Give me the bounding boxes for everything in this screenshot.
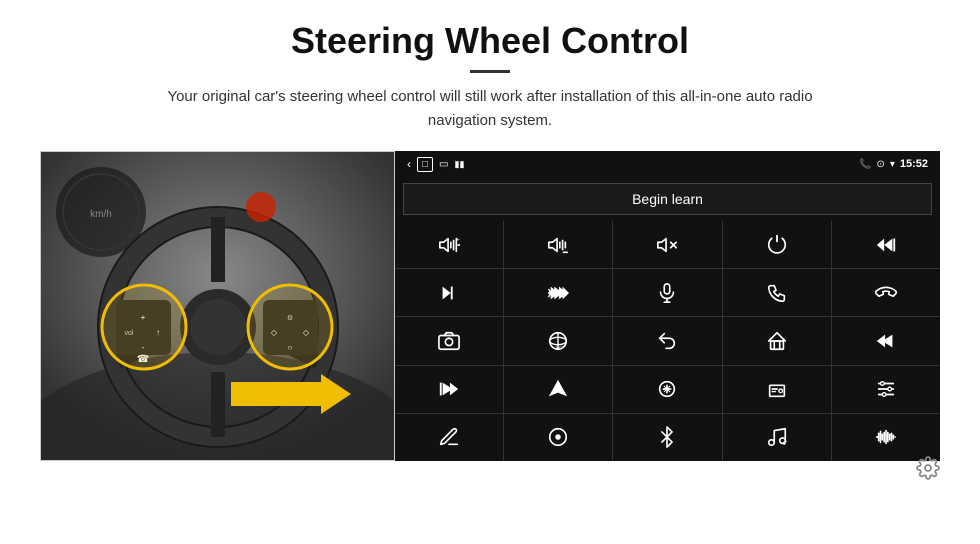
page-subtitle: Your original car's steering wheel contr…: [140, 85, 840, 133]
settings-gear-icon: [916, 456, 940, 480]
svg-text:+: +: [456, 237, 459, 243]
waveform-button[interactable]: [832, 414, 940, 461]
bluetooth-button[interactable]: [613, 414, 721, 461]
title-section: Steering Wheel Control Your original car…: [40, 20, 940, 133]
vol-down-button[interactable]: [504, 221, 612, 268]
location-icon: ⊙: [876, 159, 884, 170]
page-title: Steering Wheel Control: [40, 20, 940, 62]
svg-text:km/h: km/h: [90, 209, 112, 220]
status-time: 15:52: [900, 158, 928, 170]
page-container: Steering Wheel Control Your original car…: [0, 0, 980, 495]
title-divider: [470, 70, 510, 73]
begin-learn-button[interactable]: Begin learn: [403, 183, 932, 215]
fast-forward-button[interactable]: [504, 269, 612, 316]
status-right: 📞 ⊙ ▾ 15:52: [859, 158, 928, 170]
hang-up-button[interactable]: [832, 269, 940, 316]
car-image: + vol - ↑ ☎ ⚙ ◇ ○ ◇: [40, 151, 395, 461]
bottom-bar: [40, 461, 940, 485]
edit-button[interactable]: [395, 414, 503, 461]
vol-mute-button[interactable]: [613, 221, 721, 268]
skip-forward-button[interactable]: [395, 366, 503, 413]
wifi-icon: ▾: [890, 159, 895, 170]
settings-gear-container[interactable]: [916, 456, 940, 485]
settings-sliders-button[interactable]: [832, 366, 940, 413]
navigate-button[interactable]: [504, 366, 612, 413]
skip-back-button[interactable]: [832, 317, 940, 364]
status-left: ‹ □ ▭ ▮▮: [407, 157, 464, 172]
phone-status-icon: 📞: [859, 159, 871, 170]
svg-text:360°: 360°: [556, 345, 564, 349]
circle-dot-button[interactable]: [504, 414, 612, 461]
recent-nav-icon[interactable]: ▭: [439, 159, 448, 170]
signal-icon: ▮▮: [455, 159, 465, 170]
power-button[interactable]: [723, 221, 831, 268]
equalizer-button[interactable]: [613, 366, 721, 413]
mic-button[interactable]: [613, 269, 721, 316]
back-nav-icon[interactable]: ‹: [407, 157, 411, 171]
begin-learn-bar: Begin learn: [395, 177, 940, 221]
camera-button[interactable]: [395, 317, 503, 364]
music-settings-button[interactable]: [723, 414, 831, 461]
phone-call-button[interactable]: [723, 269, 831, 316]
content-row: + vol - ↑ ☎ ⚙ ◇ ○ ◇: [40, 151, 940, 461]
home-nav-icon[interactable]: □: [417, 157, 433, 172]
prev-track-button[interactable]: [832, 221, 940, 268]
android-statusbar: ‹ □ ▭ ▮▮ 📞 ⊙ ▾ 15:52: [395, 151, 940, 177]
icon-grid: +: [395, 221, 940, 461]
home-button[interactable]: [723, 317, 831, 364]
next-track-button[interactable]: [395, 269, 503, 316]
android-panel: ‹ □ ▭ ▮▮ 📞 ⊙ ▾ 15:52 Begin learn: [395, 151, 940, 461]
vol-up-button[interactable]: +: [395, 221, 503, 268]
radio-button[interactable]: [723, 366, 831, 413]
back-button[interactable]: [613, 317, 721, 364]
360-view-button[interactable]: 360°: [504, 317, 612, 364]
